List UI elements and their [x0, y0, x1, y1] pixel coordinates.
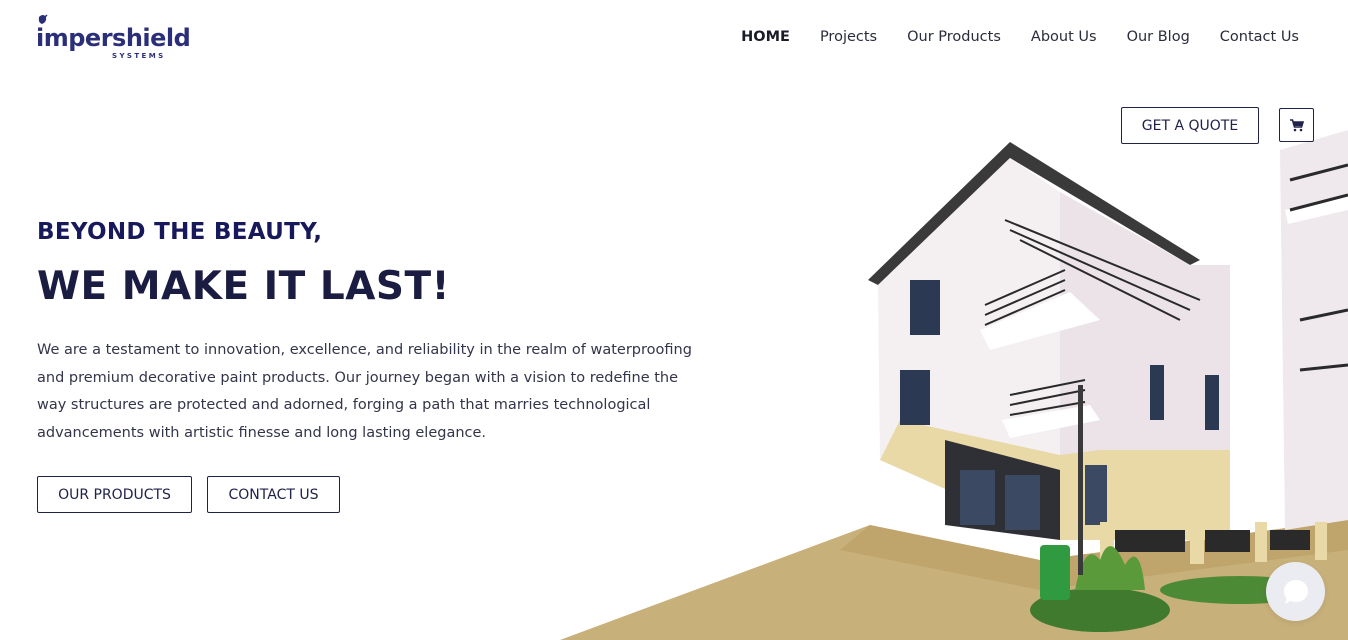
brand-name: impershield — [36, 24, 191, 52]
chat-widget-button[interactable] — [1266, 562, 1325, 621]
cart-button[interactable] — [1279, 108, 1314, 142]
main-nav: HOME Projects Our Products About Us Our … — [741, 27, 1299, 47]
chat-icon — [1283, 579, 1308, 604]
hero-title: WE MAKE IT LAST! — [37, 264, 450, 309]
hero-kicker: BEYOND THE BEAUTY, — [37, 219, 323, 245]
contact-us-button[interactable]: CONTACT US — [207, 476, 340, 513]
nav-item-home[interactable]: HOME — [741, 27, 790, 47]
our-products-button[interactable]: OUR PRODUCTS — [37, 476, 192, 513]
cart-icon — [1289, 118, 1304, 131]
brand-tagline: SYSTEMS — [112, 52, 166, 60]
nav-item-projects[interactable]: Projects — [820, 27, 877, 47]
get-a-quote-button[interactable]: GET A QUOTE — [1121, 107, 1259, 144]
nav-item-our-products[interactable]: Our Products — [907, 27, 1001, 47]
nav-item-contact-us[interactable]: Contact Us — [1220, 27, 1299, 47]
nav-item-our-blog[interactable]: Our Blog — [1127, 27, 1190, 47]
brand-logo[interactable]: impershield SYSTEMS — [34, 13, 191, 63]
hero-description: We are a testament to innovation, excell… — [37, 342, 692, 441]
nav-item-about-us[interactable]: About Us — [1031, 27, 1097, 47]
